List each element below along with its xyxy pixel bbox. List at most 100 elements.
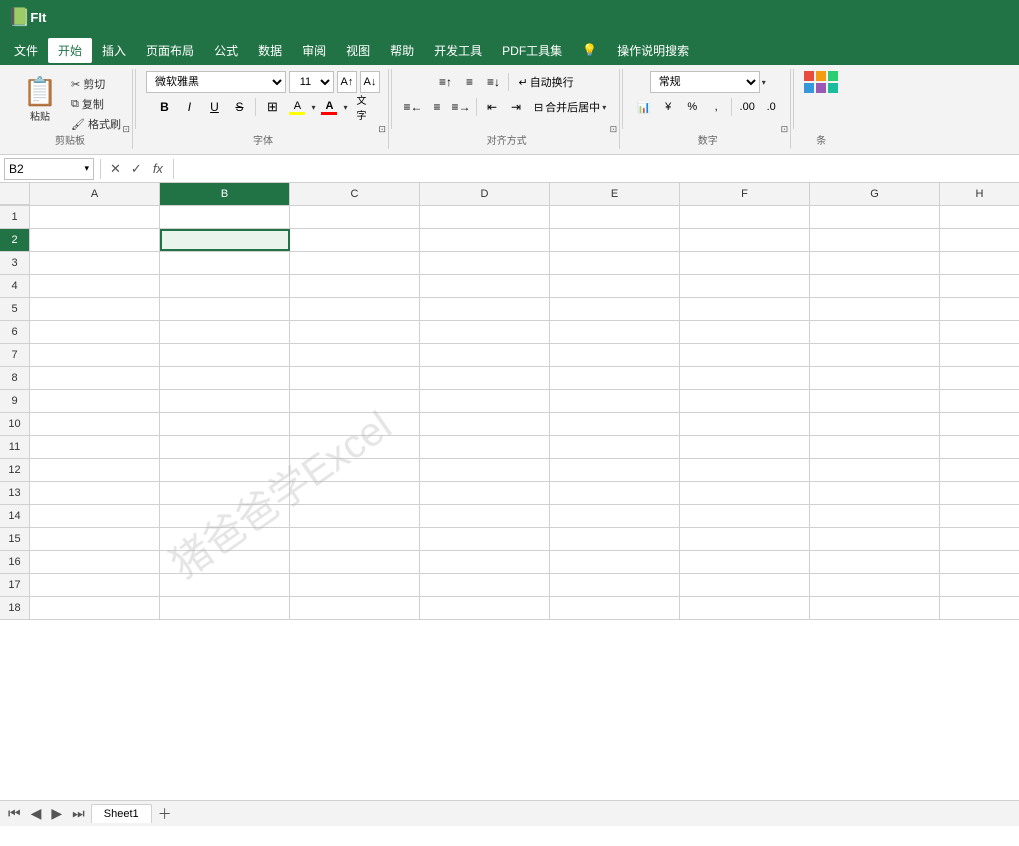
align-left-button[interactable]: ≡← bbox=[402, 96, 424, 118]
cell-a1[interactable] bbox=[30, 206, 160, 228]
menu-home[interactable]: 开始 bbox=[48, 38, 92, 63]
currency-button[interactable]: ¥ bbox=[657, 96, 679, 118]
cell-b2[interactable] bbox=[160, 229, 290, 251]
fill-color-button[interactable]: A bbox=[286, 96, 308, 118]
italic-button[interactable]: I bbox=[178, 96, 200, 118]
clipboard-expand-icon[interactable]: ⊡ bbox=[122, 124, 130, 135]
copy-button[interactable]: ⧉ 复制 bbox=[68, 95, 124, 113]
row-header-16[interactable]: 16 bbox=[0, 551, 30, 573]
font-size-selector[interactable]: 11 bbox=[289, 71, 334, 93]
cell-f3[interactable] bbox=[680, 252, 810, 274]
align-center-button[interactable]: ≡ bbox=[426, 96, 448, 118]
bold-button[interactable]: B bbox=[153, 96, 175, 118]
number-format-selector[interactable]: 常规 bbox=[650, 71, 760, 93]
phonetic-button[interactable]: 文字 bbox=[350, 96, 372, 118]
col-header-a[interactable]: A bbox=[30, 183, 160, 205]
menu-data[interactable]: 数据 bbox=[248, 38, 292, 63]
add-sheet-button[interactable]: ＋ bbox=[154, 802, 176, 826]
formula-input[interactable] bbox=[180, 158, 1015, 180]
menu-formula[interactable]: 公式 bbox=[204, 38, 248, 63]
row-header-13[interactable]: 13 bbox=[0, 482, 30, 504]
alignment-expand-icon[interactable]: ⊡ bbox=[610, 124, 618, 135]
menu-search[interactable]: 操作说明搜索 bbox=[607, 38, 699, 63]
col-header-e[interactable]: E bbox=[550, 183, 680, 205]
wrap-text-button[interactable]: ↵ 自动换行 bbox=[513, 71, 578, 93]
sheet-nav-prev[interactable]: ◀ bbox=[27, 803, 46, 824]
cell-g1[interactable] bbox=[810, 206, 940, 228]
cell-e1[interactable] bbox=[550, 206, 680, 228]
cell-c3[interactable] bbox=[290, 252, 420, 274]
decrease-indent-button[interactable]: ⇤ bbox=[481, 96, 503, 118]
cell-b3[interactable] bbox=[160, 252, 290, 274]
menu-insert[interactable]: 插入 bbox=[92, 38, 136, 63]
align-middle-button[interactable]: ≡ bbox=[458, 71, 480, 93]
col-header-h[interactable]: H bbox=[940, 183, 1019, 205]
menu-file[interactable]: 文件 bbox=[4, 38, 48, 63]
sheet-nav-next[interactable]: ▶ bbox=[47, 803, 66, 824]
col-header-d[interactable]: D bbox=[420, 183, 550, 205]
row-header-10[interactable]: 10 bbox=[0, 413, 30, 435]
cell-reference-box[interactable]: B2 ▾ bbox=[4, 158, 94, 180]
increase-font-size-button[interactable]: A↑ bbox=[337, 71, 357, 93]
cell-d2[interactable] bbox=[420, 229, 550, 251]
decrease-decimal-button[interactable]: .0 bbox=[760, 96, 782, 118]
row-header-1[interactable]: 1 bbox=[0, 206, 30, 228]
cell-b1[interactable] bbox=[160, 206, 290, 228]
cell-e3[interactable] bbox=[550, 252, 680, 274]
cut-button[interactable]: ✂ 剪切 bbox=[68, 75, 124, 93]
corner-cell[interactable] bbox=[0, 183, 30, 205]
cell-d3[interactable] bbox=[420, 252, 550, 274]
font-name-selector[interactable]: 微软雅黑 bbox=[146, 71, 286, 93]
merge-center-button[interactable]: ⊟ 合并后居中 ▾ bbox=[529, 96, 611, 118]
number-format-dropdown[interactable]: ▾ bbox=[762, 78, 766, 87]
cell-h2[interactable] bbox=[940, 229, 1019, 251]
col-header-f[interactable]: F bbox=[680, 183, 810, 205]
row-header-15[interactable]: 15 bbox=[0, 528, 30, 550]
format-painter-button[interactable]: 🖌 格式刷 bbox=[68, 115, 124, 133]
col-header-g[interactable]: G bbox=[810, 183, 940, 205]
merge-dropdown-arrow[interactable]: ▾ bbox=[602, 103, 606, 112]
menu-pagelayout[interactable]: 页面布局 bbox=[136, 38, 204, 63]
cell-a3[interactable] bbox=[30, 252, 160, 274]
align-right-button[interactable]: ≡→ bbox=[450, 96, 472, 118]
border-button[interactable]: ⊞ bbox=[261, 96, 283, 118]
cell-ref-dropdown[interactable]: ▾ bbox=[84, 163, 89, 174]
confirm-formula-button[interactable]: ✓ bbox=[128, 159, 145, 179]
percent-button[interactable]: 📊 bbox=[633, 96, 655, 118]
row-header-12[interactable]: 12 bbox=[0, 459, 30, 481]
cancel-formula-button[interactable]: ✕ bbox=[107, 159, 124, 179]
sheet-nav-last[interactable]: ⏭ bbox=[68, 803, 89, 824]
row-header-5[interactable]: 5 bbox=[0, 298, 30, 320]
number-expand-icon[interactable]: ⊡ bbox=[781, 124, 789, 135]
row-header-8[interactable]: 8 bbox=[0, 367, 30, 389]
row-header-17[interactable]: 17 bbox=[0, 574, 30, 596]
cell-h3[interactable] bbox=[940, 252, 1019, 274]
sheet-nav-first[interactable]: ⏮ bbox=[4, 803, 25, 824]
menu-lightbulb[interactable]: 💡 bbox=[572, 39, 607, 61]
cell-c2[interactable] bbox=[290, 229, 420, 251]
row-header-4[interactable]: 4 bbox=[0, 275, 30, 297]
cell-c1[interactable] bbox=[290, 206, 420, 228]
menu-pdftool[interactable]: PDF工具集 bbox=[492, 38, 572, 63]
increase-decimal-button[interactable]: .00 bbox=[736, 96, 758, 118]
cell-g2[interactable] bbox=[810, 229, 940, 251]
menu-view[interactable]: 视图 bbox=[336, 38, 380, 63]
cell-f1[interactable] bbox=[680, 206, 810, 228]
row-header-3[interactable]: 3 bbox=[0, 252, 30, 274]
align-bottom-button[interactable]: ≡↓ bbox=[482, 71, 504, 93]
font-color-dropdown[interactable]: ▾ bbox=[343, 103, 347, 112]
menu-review[interactable]: 审阅 bbox=[292, 38, 336, 63]
row-header-9[interactable]: 9 bbox=[0, 390, 30, 412]
cell-a2[interactable] bbox=[30, 229, 160, 251]
paste-button[interactable]: 📋 粘贴 bbox=[16, 71, 64, 127]
underline-button[interactable]: U bbox=[203, 96, 225, 118]
cell-h1[interactable] bbox=[940, 206, 1019, 228]
align-top-button[interactable]: ≡↑ bbox=[434, 71, 456, 93]
col-header-c[interactable]: C bbox=[290, 183, 420, 205]
font-color-button[interactable]: A bbox=[318, 96, 340, 118]
comma-style-button[interactable]: , bbox=[705, 96, 727, 118]
cell-d1[interactable] bbox=[420, 206, 550, 228]
fill-color-dropdown[interactable]: ▾ bbox=[311, 103, 315, 112]
menu-help[interactable]: 帮助 bbox=[380, 38, 424, 63]
row-header-2[interactable]: 2 bbox=[0, 229, 30, 251]
